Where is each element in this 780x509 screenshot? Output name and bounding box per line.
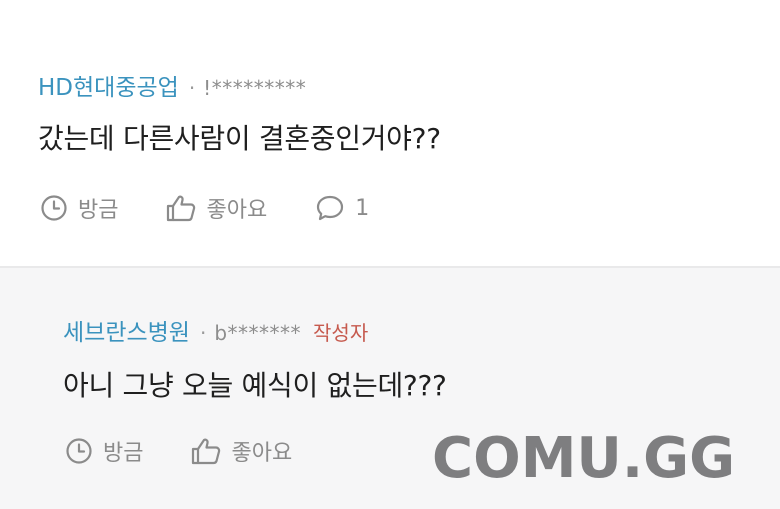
meta-separator: · xyxy=(188,76,196,100)
reply-meta: 세브란스병원 · b******* 작성자 xyxy=(63,313,368,347)
author-name[interactable]: !********* xyxy=(203,76,306,100)
op-badge: 작성자 xyxy=(313,321,369,345)
comment-card: HD현대중공업 · !********* 갔는데 다른사람이 결혼중인거야?? … xyxy=(0,0,780,266)
comment-meta: HD현대중공업 · !********* xyxy=(38,68,306,102)
thumbs-up-icon xyxy=(166,194,196,222)
thumbs-up-icon xyxy=(191,437,221,465)
timestamp-label: 방금 xyxy=(103,441,144,466)
meta-separator: · xyxy=(199,321,207,345)
author-name[interactable]: b******* xyxy=(214,321,301,345)
company-name[interactable]: 세브란스병원 xyxy=(63,313,190,347)
reply-count: 1 xyxy=(355,195,370,221)
clock-icon xyxy=(40,194,68,222)
comment-actions: 방금 좋아요 1 xyxy=(40,192,369,224)
timestamp: 방금 xyxy=(40,192,118,224)
timestamp: 방금 xyxy=(65,435,143,467)
timestamp-label: 방금 xyxy=(78,198,119,223)
like-button[interactable]: 좋아요 xyxy=(166,192,267,224)
comment-text: 갔는데 다른사람이 결혼중인거야?? xyxy=(38,122,441,155)
reply-text: 아니 그냥 오늘 예식이 없는데??? xyxy=(63,369,447,402)
watermark: COMU.GG xyxy=(432,426,736,491)
like-label: 좋아요 xyxy=(231,441,293,466)
speech-bubble-icon xyxy=(315,194,345,222)
company-name[interactable]: HD현대중공업 xyxy=(38,68,179,102)
reply-actions: 방금 좋아요 xyxy=(65,435,292,467)
reply-count-button[interactable]: 1 xyxy=(315,194,369,222)
clock-icon xyxy=(65,437,93,465)
like-button[interactable]: 좋아요 xyxy=(191,435,292,467)
like-label: 좋아요 xyxy=(206,198,268,223)
